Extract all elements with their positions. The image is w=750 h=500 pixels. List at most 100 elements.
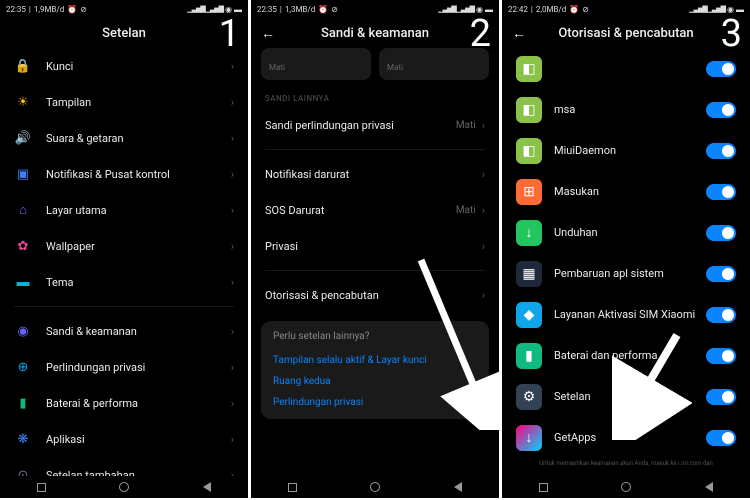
settings-row[interactable]: ▣Notifikasi & Pusat kontrol›: [0, 156, 248, 192]
alarm-icon: ⏰: [569, 5, 579, 14]
settings-row[interactable]: 🔊Suara & getaran›: [0, 120, 248, 156]
nav-home[interactable]: [119, 482, 129, 492]
section-label: SANDI LAINNYA: [251, 84, 499, 107]
app-row[interactable]: ▦Pembaruan apl sistem: [502, 253, 750, 294]
back-button[interactable]: ←: [261, 25, 275, 42]
card-link[interactable]: Perlindungan privasi: [273, 392, 477, 413]
nav-recent[interactable]: [288, 483, 297, 492]
app-icon: ↓: [516, 425, 542, 451]
app-label: Masukan: [554, 185, 706, 198]
nav-back[interactable]: [705, 482, 713, 492]
card-link[interactable]: Tampilan selalu aktif & Layar kunci: [273, 350, 477, 371]
app-toggle[interactable]: [706, 184, 736, 200]
app-toggle[interactable]: [706, 61, 736, 77]
chevron-right-icon: ›: [231, 397, 234, 410]
app-icon: ↓: [516, 220, 542, 246]
app-label: Pembaruan apl sistem: [554, 267, 706, 280]
row-icon: ▬: [14, 273, 32, 291]
chevron-right-icon: ›: [482, 168, 485, 181]
row-label: Notifikasi darurat: [265, 168, 482, 181]
app-row[interactable]: ⊞Masukan: [502, 171, 750, 212]
row-label: Baterai & performa: [46, 397, 231, 410]
authorization-row[interactable]: Otorisasi & pencabutan ›: [251, 277, 499, 313]
lock-card-1[interactable]: Mati: [261, 48, 371, 80]
screen-3-authorization: 3 22:42 | 2,0MB/d ⏰ ⊘ ▁▃▅▇ ▁▃▅▇ ◉ ▬ ← Ot…: [502, 0, 750, 498]
security-row[interactable]: Notifikasi darurat›: [251, 156, 499, 192]
app-toggle[interactable]: [706, 348, 736, 364]
nav-bar: [251, 476, 499, 498]
settings-row[interactable]: ▬Tema›: [0, 264, 248, 300]
app-row[interactable]: ◧MiuiDaemon: [502, 130, 750, 171]
chevron-right-icon: ›: [482, 119, 485, 132]
app-row[interactable]: ◆ Layanan Aktivasi SIM Xiaomi: [502, 294, 750, 335]
security-row[interactable]: SOS DaruratMati›: [251, 192, 499, 228]
status-net: 1,9MB/d: [34, 5, 64, 14]
app-icon: ▮: [516, 343, 542, 369]
nav-back[interactable]: [203, 482, 211, 492]
row-label: Tema: [46, 276, 231, 289]
divider: [14, 306, 234, 307]
settings-row[interactable]: 🔒Kunci›: [0, 48, 248, 84]
settings-row[interactable]: ☀Tampilan›: [0, 84, 248, 120]
row-label: Layar utama: [46, 204, 231, 217]
app-label: Unduhan: [554, 226, 706, 239]
signal-icon: ▁▃▅▇ ▁▃▅▇: [438, 5, 474, 13]
chevron-right-icon: ›: [482, 204, 485, 217]
step-number: 3: [721, 12, 742, 56]
alarm-icon: ⏰: [67, 5, 77, 14]
app-toggle[interactable]: [706, 389, 736, 405]
app-toggle[interactable]: [706, 225, 736, 241]
row-label: Wallpaper: [46, 240, 231, 253]
chevron-right-icon: ›: [231, 325, 234, 338]
screen-2-security: 2 22:35 | 1,3MB/d ⏰ ⊘ ▁▃▅▇ ▁▃▅▇ ◉ ▬ ← Sa…: [251, 0, 499, 498]
privacy-password-row[interactable]: Sandi perlindungan privasi Mati ›: [251, 107, 499, 143]
app-icon: ◧: [516, 138, 542, 164]
chevron-right-icon: ›: [231, 433, 234, 446]
chevron-right-icon: ›: [231, 240, 234, 253]
settings-row[interactable]: ⌂Layar utama›: [0, 192, 248, 228]
security-row[interactable]: Privasi›: [251, 228, 499, 264]
chevron-right-icon: ›: [231, 132, 234, 145]
app-row[interactable]: ◧: [502, 48, 750, 89]
row-label: Aplikasi: [46, 433, 231, 446]
card-link[interactable]: Ruang kedua: [273, 371, 477, 392]
app-toggle[interactable]: [706, 266, 736, 282]
app-label: Layanan Aktivasi SIM Xiaomi: [554, 308, 706, 321]
nav-recent[interactable]: [539, 483, 548, 492]
app-label: Baterai dan performa: [554, 349, 706, 362]
app-row[interactable]: ↓GetApps: [502, 417, 750, 458]
dnd-icon: ⊘: [80, 5, 87, 14]
nav-recent[interactable]: [37, 483, 46, 492]
chevron-right-icon: ›: [231, 168, 234, 181]
back-button[interactable]: ←: [512, 25, 526, 42]
settings-row[interactable]: ❋Aplikasi›: [0, 421, 248, 457]
app-toggle[interactable]: [706, 102, 736, 118]
page-title: Setelan: [102, 26, 146, 41]
screen-1-settings: 1 22:35 | 1,9MB/d ⏰ ⊘ ▁▃▅▇ ▁▃▅▇ ◉ ▬ Sete…: [0, 0, 248, 498]
app-row[interactable]: ↓ Unduhan: [502, 212, 750, 253]
nav-home[interactable]: [370, 482, 380, 492]
settings-row[interactable]: ▮Baterai & performa›: [0, 385, 248, 421]
status-bar: 22:35 | 1,9MB/d ⏰ ⊘ ▁▃▅▇ ▁▃▅▇ ◉ ▬: [0, 0, 248, 18]
app-toggle[interactable]: [706, 307, 736, 323]
row-icon: ▣: [14, 165, 32, 183]
row-icon: 🔒: [14, 57, 32, 75]
app-row[interactable]: ◧msa: [502, 89, 750, 130]
nav-back[interactable]: [454, 482, 462, 492]
page-title: Otorisasi & pencabutan: [558, 26, 693, 41]
row-label: Privasi: [265, 240, 482, 253]
signal-icon: ▁▃▅▇ ▁▃▅▇: [187, 5, 223, 13]
settings-row[interactable]: ⊕Perlindungan privasi›: [0, 349, 248, 385]
more-settings-card: Perlu setelan lainnya? Tampilan selalu a…: [261, 321, 489, 419]
settings-row[interactable]: ◉Sandi & keamanan›: [0, 313, 248, 349]
status-net: 1,3MB/d: [285, 5, 315, 14]
app-icon: ◆: [516, 302, 542, 328]
alarm-icon: ⏰: [318, 5, 328, 14]
row-icon: ⌂: [14, 201, 32, 219]
app-row[interactable]: ▮ Baterai dan performa: [502, 335, 750, 376]
settings-row[interactable]: ✿Wallpaper›: [0, 228, 248, 264]
app-toggle[interactable]: [706, 430, 736, 446]
app-toggle[interactable]: [706, 143, 736, 159]
nav-home[interactable]: [621, 482, 631, 492]
app-row[interactable]: ⚙Setelan: [502, 376, 750, 417]
